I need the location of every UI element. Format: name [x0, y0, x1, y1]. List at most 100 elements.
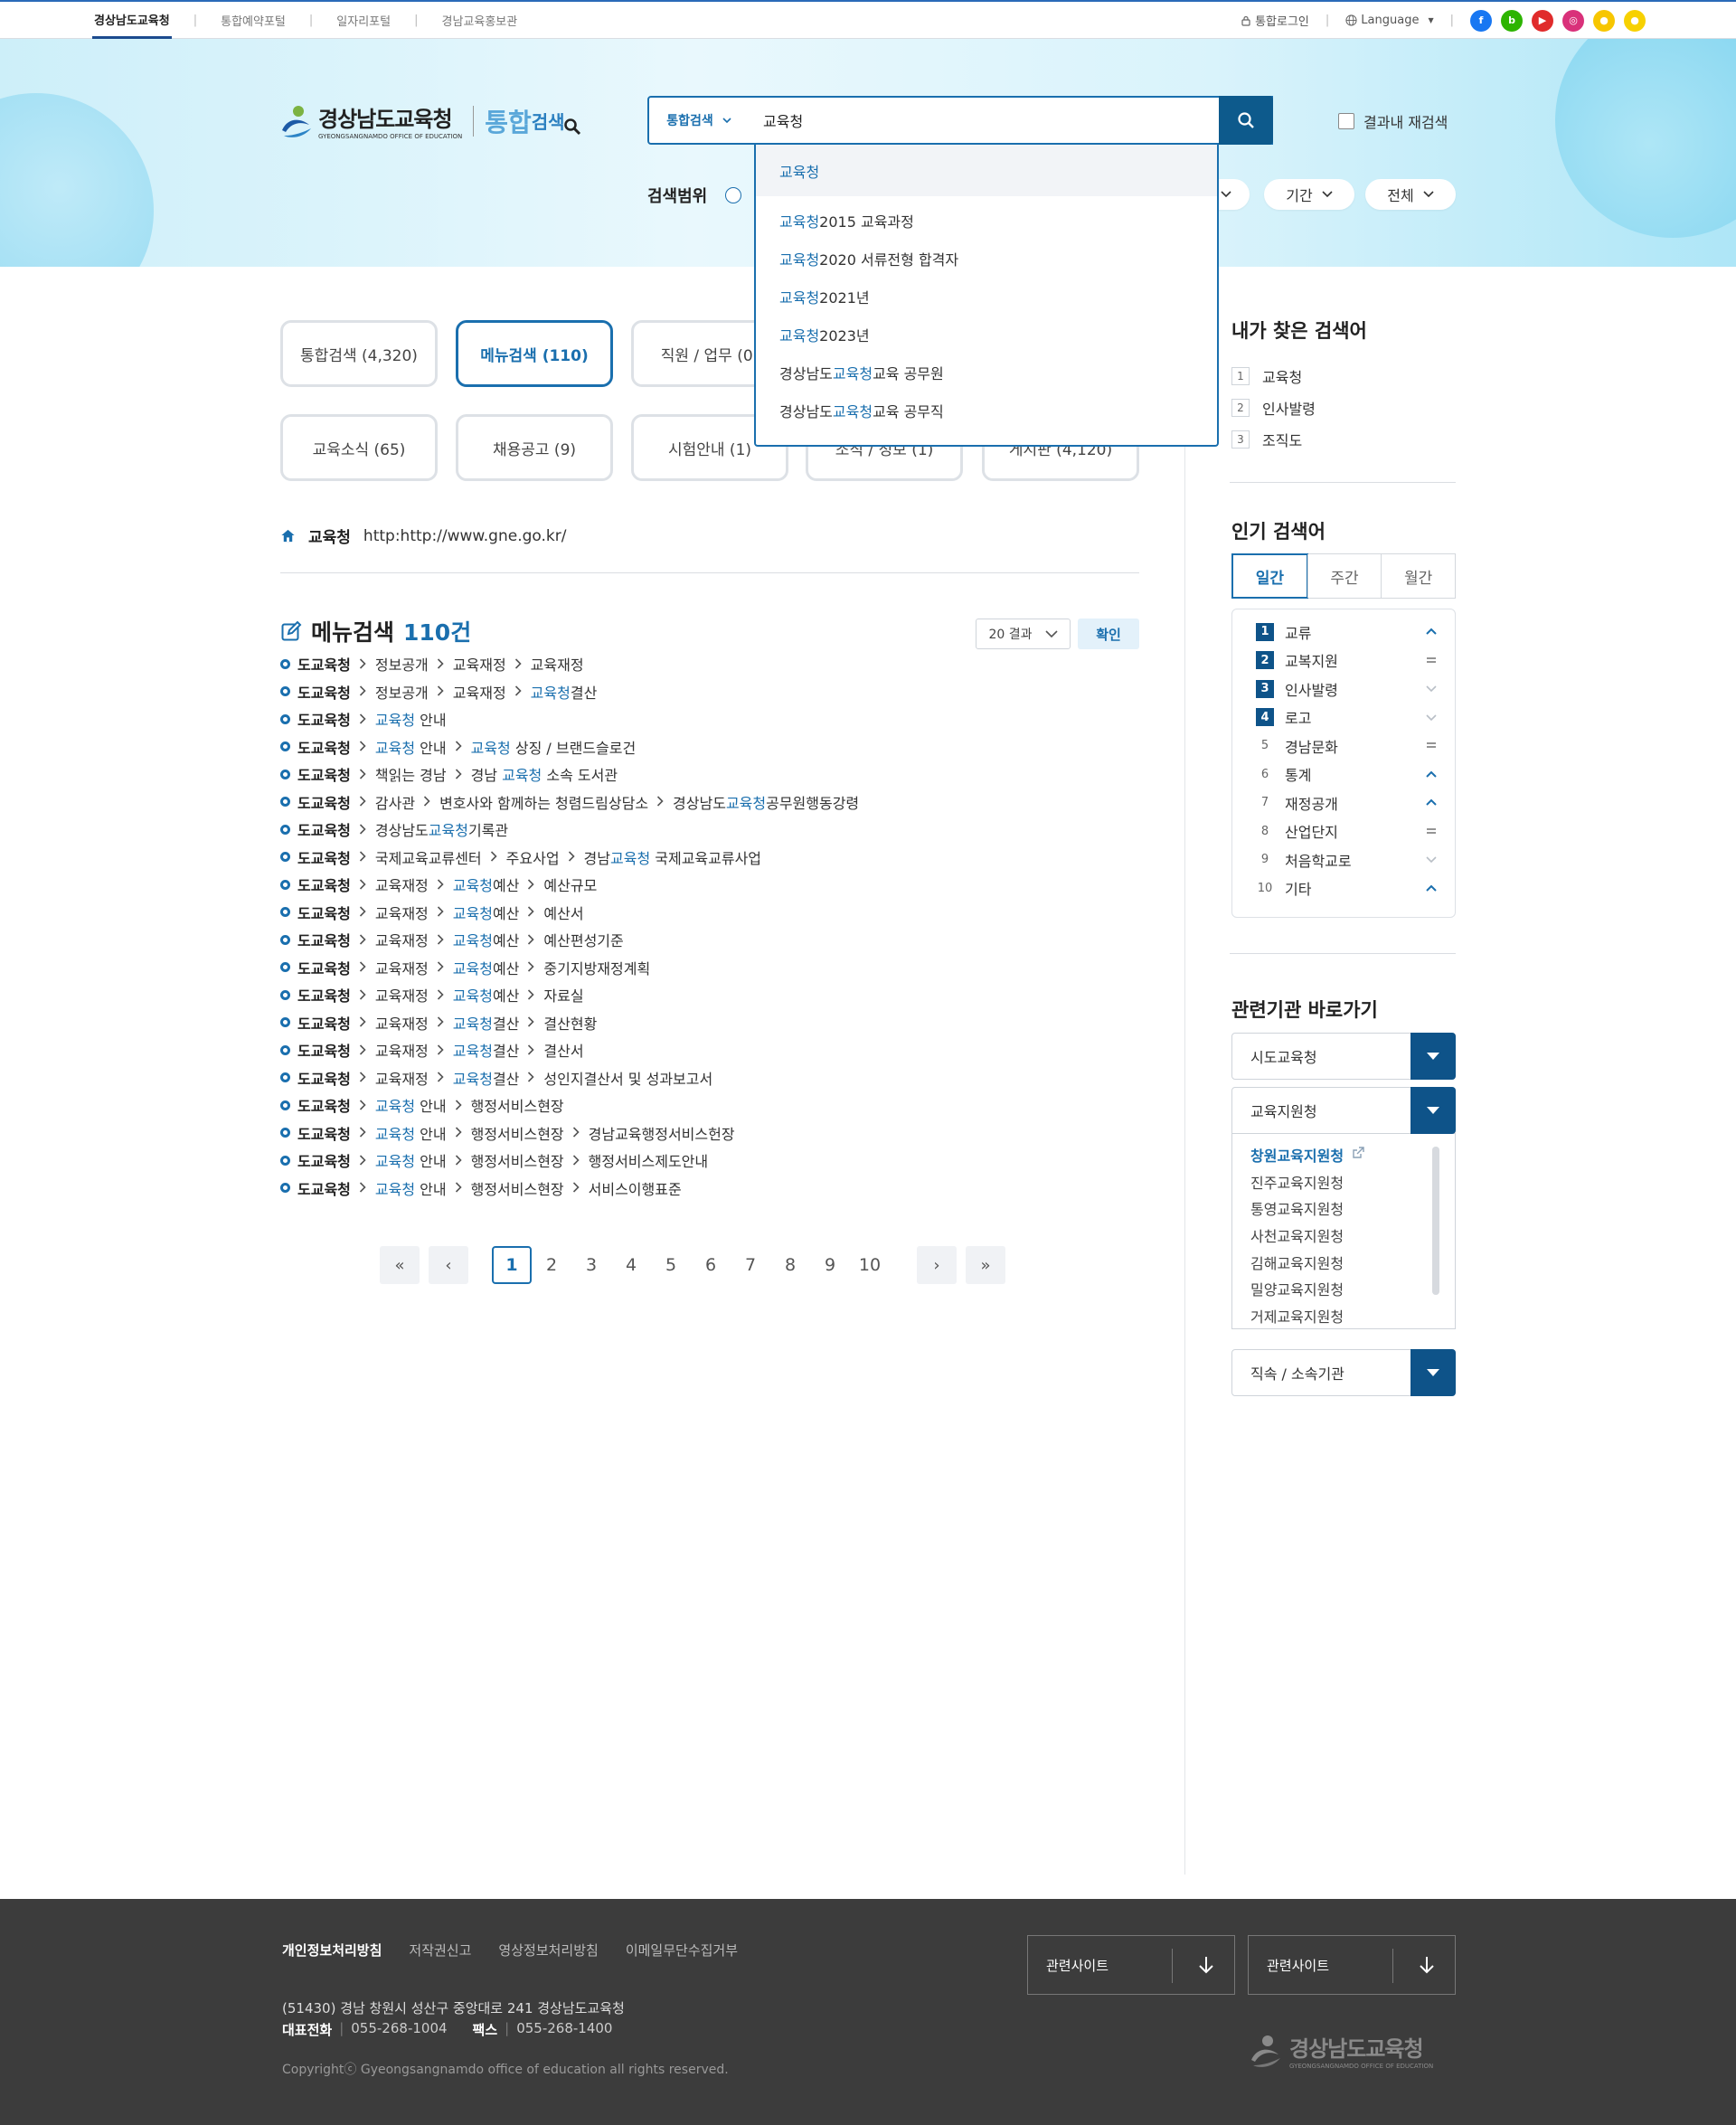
- breadcrumb-segment[interactable]: 도교육청: [297, 1177, 351, 1199]
- related-site-select-1[interactable]: 관련사이트: [1027, 1935, 1235, 1995]
- breadcrumb-segment[interactable]: 교육재정: [375, 1067, 429, 1089]
- page-size-select[interactable]: 20 결과: [976, 619, 1071, 649]
- tab-1[interactable]: 메뉴검색 (110): [456, 320, 613, 387]
- search-input[interactable]: [749, 98, 1271, 143]
- breadcrumb-segment[interactable]: 행정서비스제도안내: [589, 1149, 708, 1171]
- footer-link-copyright[interactable]: 저작권신고: [409, 1941, 471, 1960]
- popular-item[interactable]: 7 재정공개: [1232, 789, 1455, 817]
- footer-link-email[interactable]: 이메일무단수집거부: [626, 1941, 738, 1960]
- breadcrumb-segment[interactable]: 서비스이행표준: [589, 1177, 682, 1199]
- breadcrumb-segment[interactable]: 자료실: [543, 984, 583, 1006]
- breadcrumb-segment[interactable]: 경남 교육청 소속 도서관: [471, 763, 618, 785]
- select-affiliated-institution[interactable]: 직속 / 소속기관: [1231, 1349, 1456, 1396]
- scrollbar[interactable]: [1432, 1147, 1439, 1295]
- autocomplete-item[interactable]: 경상남도 교육청 교육 공무직: [756, 392, 1217, 430]
- popular-tab-0[interactable]: 일간: [1231, 553, 1308, 599]
- autocomplete-item[interactable]: 교육청 2023년: [756, 316, 1217, 354]
- select-sido-office[interactable]: 시도교육청: [1231, 1033, 1456, 1080]
- support-office-item[interactable]: 김해교육지원청: [1232, 1249, 1455, 1276]
- breadcrumb-segment[interactable]: 교육청예산: [453, 984, 520, 1006]
- breadcrumb-segment[interactable]: 교육청예산: [453, 957, 520, 978]
- popular-item[interactable]: 6 통계: [1232, 760, 1455, 789]
- popular-item[interactable]: 1 교류: [1232, 618, 1455, 647]
- breadcrumb-segment[interactable]: 도교육청: [297, 763, 351, 785]
- support-office-item[interactable]: 통영교육지원청: [1232, 1195, 1455, 1222]
- breadcrumb-segment[interactable]: 경상남도교육청기록관: [375, 818, 508, 840]
- menu-result-item[interactable]: 도교육청 교육재정 교육청예산 예산편성기준: [280, 926, 859, 954]
- menu-result-item[interactable]: 도교육청 교육청 안내 행정서비스현장: [280, 1091, 859, 1119]
- menu-result-item[interactable]: 도교육청 경상남도교육청기록관: [280, 816, 859, 844]
- menu-result-item[interactable]: 도교육청 교육재정 교육청예산 예산서: [280, 899, 859, 927]
- breadcrumb-segment[interactable]: 교육재정: [375, 902, 429, 923]
- my-search-item[interactable]: 2 인사발령: [1231, 392, 1316, 423]
- popular-item[interactable]: 4 로고: [1232, 704, 1455, 732]
- breadcrumb-segment[interactable]: 교육재정: [531, 653, 584, 675]
- breadcrumb-segment[interactable]: 도교육청: [297, 791, 351, 813]
- breadcrumb-segment[interactable]: 도교육청: [297, 929, 351, 950]
- breadcrumb-segment[interactable]: 교육청 안내: [375, 736, 447, 758]
- breadcrumb-segment[interactable]: 주요사업: [506, 846, 560, 868]
- breadcrumb-segment[interactable]: 행정서비스현장: [471, 1177, 564, 1199]
- menu-result-item[interactable]: 도교육청 감사관 변호사와 함께하는 청렴드림상담소 경상남도교육청공무원행동강령: [280, 789, 859, 817]
- breadcrumb-segment[interactable]: 정보공개: [375, 681, 429, 703]
- menu-result-item[interactable]: 도교육청 교육청 안내 행정서비스현장 서비스이행표준: [280, 1175, 859, 1203]
- related-site-select-2[interactable]: 관련사이트: [1248, 1935, 1456, 1995]
- support-office-item[interactable]: 거제교육지원청: [1232, 1302, 1455, 1329]
- support-office-item[interactable]: 밀양교육지원청: [1232, 1275, 1455, 1302]
- youtube-icon[interactable]: ▶: [1532, 9, 1553, 32]
- footer-link-privacy[interactable]: 개인정보처리방침: [282, 1941, 382, 1960]
- footer-link-cctv[interactable]: 영상정보처리방침: [498, 1941, 598, 1960]
- breadcrumb-segment[interactable]: 도교육청: [297, 902, 351, 923]
- popular-item[interactable]: 5 경남문화: [1232, 732, 1455, 760]
- breadcrumb-segment[interactable]: 도교육청: [297, 1067, 351, 1089]
- breadcrumb-segment[interactable]: 결산현황: [543, 1012, 597, 1034]
- search-type-select[interactable]: 통합검색: [649, 98, 749, 143]
- site-url-link[interactable]: http:http://www.gne.go.kr/: [363, 527, 567, 545]
- autocomplete-item[interactable]: 경상남도 교육청 교육 공무원: [756, 354, 1217, 392]
- breadcrumb-segment[interactable]: 경상남도교육청공무원행동강령: [673, 791, 859, 813]
- breadcrumb-segment[interactable]: 도교육청: [297, 1012, 351, 1034]
- first-page-button[interactable]: «: [380, 1246, 420, 1284]
- popular-item[interactable]: 2 교복지원: [1232, 647, 1455, 675]
- search-button[interactable]: [1219, 96, 1273, 145]
- breadcrumb-segment[interactable]: 예산규모: [543, 874, 597, 895]
- breadcrumb-segment[interactable]: 교육청결산: [453, 1067, 520, 1089]
- menu-result-item[interactable]: 도교육청 교육청 안내 행정서비스현장 경남교육행정서비스헌장: [280, 1119, 859, 1148]
- breadcrumb-segment[interactable]: 예산서: [543, 902, 583, 923]
- toplink-pr[interactable]: 경남교육홍보관: [439, 2, 519, 39]
- my-search-item[interactable]: 1 교육청: [1231, 360, 1316, 392]
- menu-result-item[interactable]: 도교육청 교육청 안내 행정서비스현장 행정서비스제도안내: [280, 1147, 859, 1175]
- site-logo[interactable]: 경상남도교육청 GYEONGSANGNAMDO OFFICE OF EDUCAT…: [278, 101, 581, 140]
- menu-result-item[interactable]: 도교육청 교육청 안내 교육청 상징 / 브랜드슬로건: [280, 733, 859, 761]
- popular-tab-2[interactable]: 월간: [1381, 554, 1455, 598]
- breadcrumb-segment[interactable]: 경남교육청 국제교육교류사업: [584, 846, 761, 868]
- breadcrumb-segment[interactable]: 성인지결산서 및 성과보고서: [543, 1067, 712, 1089]
- page-7[interactable]: 7: [731, 1246, 770, 1284]
- breadcrumb-segment[interactable]: 행정서비스현장: [471, 1122, 564, 1144]
- scrollbar-thumb[interactable]: [1432, 1147, 1439, 1295]
- breadcrumb-segment[interactable]: 교육청 안내: [375, 1122, 447, 1144]
- menu-result-item[interactable]: 도교육청 교육재정 교육청결산 성인지결산서 및 성과보고서: [280, 1064, 859, 1092]
- confirm-button[interactable]: 확인: [1078, 619, 1139, 649]
- next-page-button[interactable]: ›: [917, 1246, 957, 1284]
- support-office-item[interactable]: 진주교육지원청: [1232, 1168, 1455, 1195]
- page-6[interactable]: 6: [691, 1246, 731, 1284]
- autocomplete-item[interactable]: 교육청 2015 교육과정: [756, 202, 1217, 240]
- breadcrumb-segment[interactable]: 감사관: [375, 791, 415, 813]
- kakaostory-icon[interactable]: ●: [1593, 9, 1615, 32]
- breadcrumb-segment[interactable]: 교육재정: [375, 929, 429, 950]
- autocomplete-current[interactable]: 교육청: [756, 145, 1217, 196]
- scope-radio[interactable]: [725, 187, 742, 203]
- breadcrumb-segment[interactable]: 도교육청: [297, 736, 351, 758]
- breadcrumb-segment[interactable]: 교육청 안내: [375, 1094, 447, 1116]
- breadcrumb-segment[interactable]: 도교육청: [297, 1094, 351, 1116]
- autocomplete-item[interactable]: 교육청 2021년: [756, 278, 1217, 316]
- breadcrumb-segment[interactable]: 변호사와 함께하는 청렴드림상담소: [439, 791, 648, 813]
- popular-item[interactable]: 9 처음학교로: [1232, 845, 1455, 874]
- page-2[interactable]: 2: [532, 1246, 571, 1284]
- blog-icon[interactable]: b: [1501, 9, 1523, 32]
- tab-4[interactable]: 채용공고 (9): [456, 414, 613, 481]
- breadcrumb-segment[interactable]: 교육재정: [375, 984, 429, 1006]
- breadcrumb-segment[interactable]: 도교육청: [297, 653, 351, 675]
- language-selector[interactable]: Language ▼: [1345, 14, 1434, 27]
